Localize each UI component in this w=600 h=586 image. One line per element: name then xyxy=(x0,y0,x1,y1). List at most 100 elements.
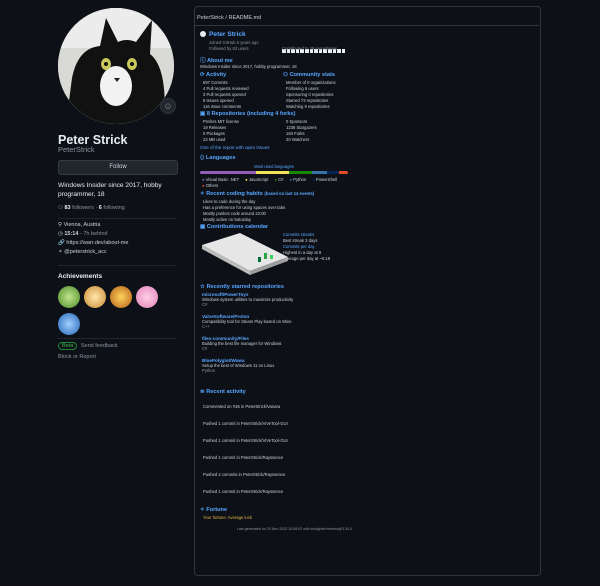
starred-title: ☆ Recently starred repositories xyxy=(200,284,284,290)
legend-item: ● JavaScript xyxy=(245,177,269,182)
followers-count[interactable]: 83 xyxy=(64,205,70,211)
contributed-text: Contributed to 29 repositories xyxy=(282,46,337,51)
activity-title: ⟳ Activity xyxy=(200,72,226,78)
starred-list: microsoft/PowerToys Windows system utili… xyxy=(202,292,352,380)
divider xyxy=(58,218,176,219)
activity-label: Activity xyxy=(206,72,227,78)
legend-item: ● C# xyxy=(274,177,284,182)
activity-list: 697 Commits 4 Pull requests reviewed 3 P… xyxy=(203,80,249,110)
repos-right-list: 0 Sponsors 1236 Stargazers 184 Forks 20 … xyxy=(286,119,317,143)
location-line: ⚲ Vienna, Austria xyxy=(58,222,100,228)
starred-item: microsoft/PowerToys Windows system utili… xyxy=(202,292,352,314)
achievements-title: Achievements xyxy=(58,273,103,280)
legend-item: ● PowerShell xyxy=(312,177,338,182)
local-time-suffix: - 7h behind xyxy=(79,231,108,237)
fortune-title: ✧ Fortune xyxy=(200,507,227,513)
starred-label: Recently starred repositories xyxy=(206,284,284,290)
achievement-badge-arctic[interactable] xyxy=(58,313,80,335)
languages-legend: ● Visual Basic .NET ● JavaScript ● C# ● … xyxy=(202,177,350,188)
languages-bar xyxy=(200,171,348,174)
calendar-strip xyxy=(282,40,348,53)
website-line: 🔗 https://warr.dev/about-me xyxy=(58,240,128,246)
following-label[interactable]: following xyxy=(103,205,124,211)
activity-item[interactable]: Pushed 1 commit in PeterStrick/Rayssence xyxy=(203,449,288,466)
lang-bar-segment xyxy=(339,171,348,174)
localtime-line: ◷ 15:14 - 7h behind xyxy=(58,231,107,237)
starred-repo-lang: C# xyxy=(202,302,208,307)
starred-repo-lang: Python xyxy=(202,368,216,373)
lang-bar-segment xyxy=(288,171,313,174)
repos-label: 8 Repositories (including 4 forks) xyxy=(206,111,296,117)
location-text: Vienna, Austria xyxy=(63,222,101,228)
activity-item[interactable]: Commented on #35 in PeterStrick/Vanara xyxy=(203,398,288,415)
achievement-badge-yolo[interactable] xyxy=(110,286,132,308)
list-item: Watching 9 repositories xyxy=(286,104,330,109)
activity-item[interactable]: Pushed 1 commit in PeterStrick/Rayssence xyxy=(203,483,288,500)
website-link[interactable]: https://warr.dev/about-me xyxy=(66,240,128,246)
about-text: Windows Insider since 2017, hobby progra… xyxy=(200,64,297,69)
legend-label: Others xyxy=(205,183,219,188)
followers-label[interactable]: followers xyxy=(72,205,94,211)
calendar-title: ▦ Contributions calendar xyxy=(200,224,268,230)
contribution-square xyxy=(337,49,341,53)
list-item: 20 Watchers xyxy=(286,137,310,142)
people-icon: ⚇ xyxy=(58,205,63,211)
cat-photo xyxy=(58,8,174,124)
recent-label: Recent activity xyxy=(206,389,246,395)
lang-bar-segment xyxy=(312,171,328,174)
open-issues-link[interactable]: One of the repos with open issues xyxy=(200,145,269,150)
clock-icon: ◷ xyxy=(58,231,63,237)
status-emoji-icon[interactable]: ☺ xyxy=(160,98,176,114)
recent-activity-title: ≋ Recent activity xyxy=(200,389,246,395)
follow-button[interactable]: Follow xyxy=(58,160,178,175)
divider xyxy=(58,338,176,339)
languages-label: Languages xyxy=(205,155,236,161)
achievement-badge-starstruck[interactable] xyxy=(84,286,106,308)
lang-bar-segment xyxy=(200,171,257,174)
joined-text: Joined GitHub 6 years ago xyxy=(209,40,259,45)
repos-title: ▣ 8 Repositories (including 4 forks) xyxy=(200,111,295,117)
legend-item: ● Others xyxy=(202,183,219,188)
beta-pill: Beta xyxy=(58,342,78,350)
generated-timestamp: Last generated on 20 Nov 2023 15:58:02 w… xyxy=(236,527,352,531)
following-count[interactable]: 6 xyxy=(99,205,102,211)
lang-bar-segment xyxy=(256,171,289,174)
send-feedback-link[interactable]: Send feedback xyxy=(81,343,118,349)
legend-item: ● Python xyxy=(289,177,307,182)
starred-repo-lang: C# xyxy=(202,346,208,351)
calendar-icon: ▦ xyxy=(200,224,207,230)
beta-feedback: Beta Send feedback xyxy=(58,342,118,350)
legend-label: Visual Basic .NET xyxy=(205,177,240,182)
activity-item[interactable]: Pushed 2 commits in PeterStrick/Rayssenc… xyxy=(203,466,288,483)
legend-label: JavaScript xyxy=(248,177,269,182)
achievement-badge-quickdraw[interactable] xyxy=(136,286,158,308)
local-time: 15:14 xyxy=(64,231,79,237)
fortune-label: Fortune xyxy=(206,507,228,513)
repos-left-list: Prefers MIT license 19 Releases 0 Packag… xyxy=(203,119,239,143)
stat-item: Average per day at ~0.18 xyxy=(283,256,331,261)
followed-text: Followed by 83 users xyxy=(209,46,249,51)
community-title: ⚇ Community stats xyxy=(283,72,335,78)
list-item: 22 MB used xyxy=(203,137,226,142)
readme-breadcrumb[interactable]: PeterStrick / README.md xyxy=(197,15,261,21)
about-title: ⓘ About me xyxy=(200,56,233,64)
recent-list: Commented on #35 in PeterStrick/Vanara P… xyxy=(203,398,288,500)
metrics-name: Peter Strick xyxy=(209,31,246,38)
legend-label: Python xyxy=(293,177,307,182)
people-icon: ⚇ xyxy=(283,72,290,78)
mini-avatar xyxy=(200,31,206,37)
activity-item[interactable]: Pushed 1 commit in PeterStrick/ViVeTool-… xyxy=(203,415,288,432)
block-report-link[interactable]: Block or Report xyxy=(58,354,96,360)
twitter-icon: ✦ xyxy=(58,249,63,255)
avatar xyxy=(58,8,174,124)
lang-bar-segment xyxy=(327,171,340,174)
list-item: Mostly active on Saturday xyxy=(203,217,251,222)
habits-list: Likes to code during the day Has a prefe… xyxy=(203,199,285,223)
twitter-link[interactable]: @peterstrick_acc xyxy=(64,249,107,255)
divider xyxy=(194,25,539,26)
divider xyxy=(58,265,176,266)
activity-item[interactable]: Pushed 1 commit in PeterStrick/ViVeTool-… xyxy=(203,432,288,449)
community-label: Community stats xyxy=(289,72,335,78)
location-icon: ⚲ xyxy=(58,222,63,228)
achievement-badge-pull-shark[interactable] xyxy=(58,286,80,308)
